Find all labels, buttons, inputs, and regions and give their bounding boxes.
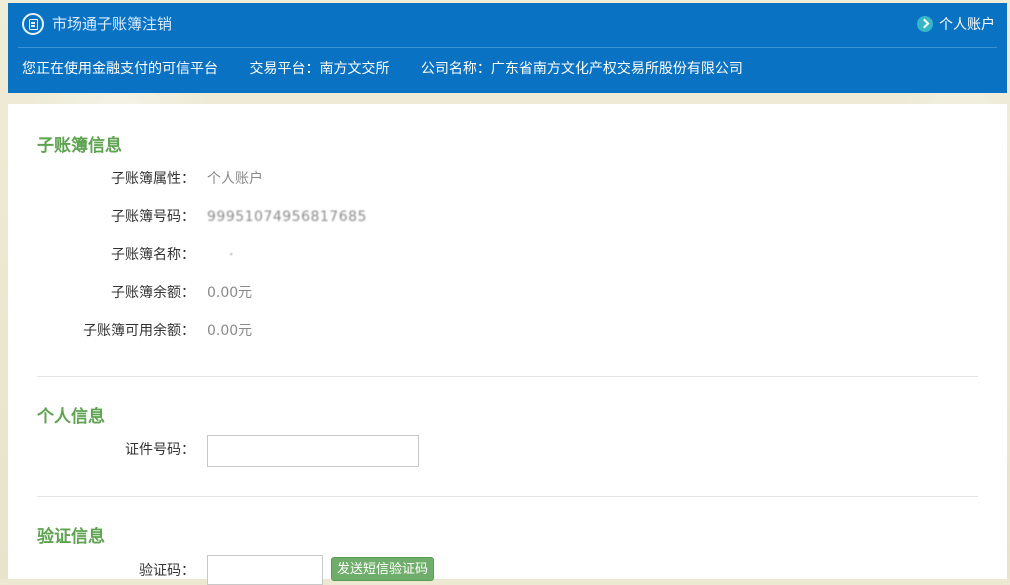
header-top-bar: 市场通子账簿注销 个人账户 [8, 3, 1007, 47]
sub-ledger-available-balance-row: 子账簿可用余额： 0.00元 [8, 320, 1007, 342]
sub-ledger-balance-row: 子账簿余额： 0.00元 [8, 282, 1007, 304]
trading-platform-text: 交易平台：南方文交所 [249, 61, 390, 77]
page-title: 市场通子账簿注销 [52, 15, 173, 33]
sub-ledger-balance-value: 0.00元 [207, 285, 253, 301]
trusted-platform-text: 您正在使用金融支付的可信平台 [22, 61, 218, 77]
sub-ledger-number-value: 99951074956817685 [207, 209, 367, 225]
id-number-row: 证件号码： [8, 439, 1007, 461]
section-divider [37, 376, 978, 377]
sub-ledger-attribute-row: 子账簿属性： 个人账户 [8, 168, 1007, 190]
send-sms-code-button[interactable]: 发送短信验证码 [331, 557, 435, 581]
verification-section-title: 验证信息 [37, 527, 105, 547]
sub-ledger-available-balance-label: 子账簿可用余额： [83, 323, 195, 339]
top-header: 市场通子账簿注销 个人账户 您正在使用金融支付的可信平台 交易平台：南方文交所 … [8, 3, 1007, 93]
sub-ledger-name-value: · [229, 247, 234, 263]
company-name-text: 公司名称：广东省南方文化产权交易所股份有限公司 [420, 61, 743, 77]
sub-ledger-attribute-label: 子账簿属性： [111, 171, 195, 187]
id-number-input[interactable] [207, 435, 419, 467]
chevron-right-icon [917, 16, 933, 32]
sub-ledger-name-row: 子账簿名称： · [8, 244, 1007, 266]
platform-info: 您正在使用金融支付的可信平台 交易平台：南方文交所 公司名称：广东省南方文化产权… [22, 59, 770, 79]
sub-ledger-attribute-value: 个人账户 [207, 171, 263, 187]
id-number-label: 证件号码： [125, 442, 195, 458]
header-divider [18, 47, 997, 48]
content-panel: 子账簿信息 子账簿属性： 个人账户 子账簿号码： 999510749568176… [8, 104, 1007, 585]
sub-ledger-section-title: 子账簿信息 [37, 136, 122, 156]
personal-account-link[interactable]: 个人账户 [917, 14, 995, 34]
personal-info-section-title: 个人信息 [37, 407, 105, 427]
document-icon [29, 19, 38, 30]
personal-account-label: 个人账户 [939, 17, 995, 33]
sub-ledger-balance-label: 子账簿余额： [111, 285, 195, 301]
sub-ledger-available-balance-value: 0.00元 [207, 323, 253, 339]
document-logo-icon [22, 13, 44, 35]
sub-ledger-name-label: 子账簿名称： [111, 247, 195, 263]
verification-code-input[interactable] [207, 555, 323, 585]
section-divider [37, 496, 978, 497]
sub-ledger-number-row: 子账簿号码： 99951074956817685 [8, 206, 1007, 228]
sub-ledger-number-label: 子账簿号码： [111, 209, 195, 225]
